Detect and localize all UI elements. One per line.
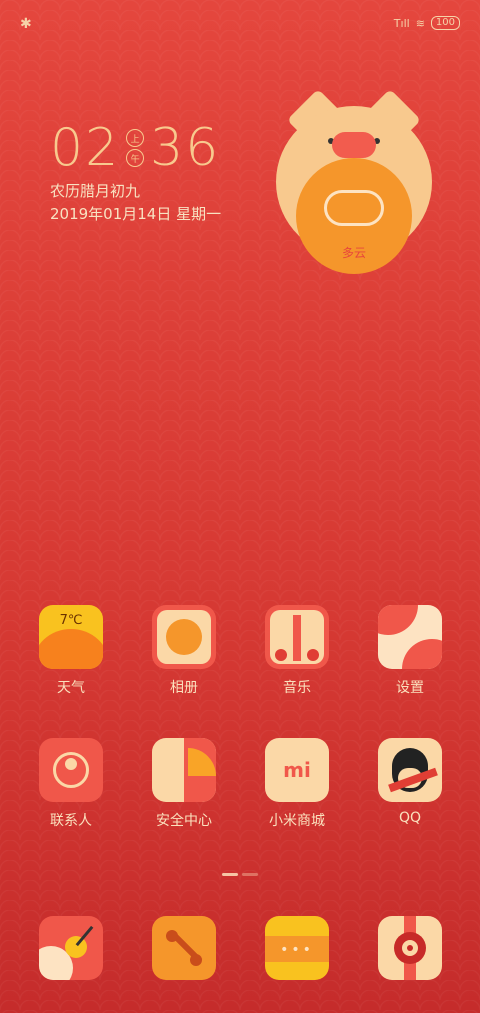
pig-nose [332,132,376,158]
music-icon [265,605,329,669]
gallery-icon [152,605,216,669]
app-music[interactable]: 音乐 [249,605,345,697]
app-mi-store[interactable]: mi 小米商城 [249,738,345,830]
lunar-date: 农历腊月初九 [50,182,141,200]
security-icon [152,738,216,802]
mi-store-icon: mi [265,738,329,802]
signal-icon: Tıll [393,16,410,30]
app-label: 天气 [57,680,85,696]
battery-icon: 100 [430,16,460,30]
app-label: QQ [398,810,422,826]
weather-condition: 多云 [341,246,366,260]
app-settings[interactable]: 设置 [362,605,458,697]
weather-widget[interactable]: 多云 [276,88,432,274]
dock-camera[interactable] [362,916,458,980]
status-bar: ✱ Tıll ≋ 100 [0,14,480,36]
page-indicator[interactable] [222,873,258,876]
app-label: 小米商城 [269,813,325,829]
bluetooth-icon: ✱ [20,16,32,32]
app-label: 联系人 [50,813,92,829]
app-label: 安全中心 [156,813,212,829]
messages-icon: ••• [265,916,329,980]
clock-widget[interactable]: 02 上 午 36 [50,118,220,178]
clock-minute: 36 [150,118,221,178]
weather-icon: 7℃ [39,605,103,669]
camera-icon [378,916,442,980]
app-qq[interactable]: QQ [362,738,458,826]
dock-phone[interactable] [136,916,232,980]
pig-face: 多云 [276,106,432,274]
wifi-icon: ≋ [415,16,425,30]
contacts-icon [39,738,103,802]
app-security[interactable]: 安全中心 [136,738,232,830]
qq-icon [378,738,442,802]
clock-hour: 02 [50,118,121,178]
browser-icon [39,916,103,980]
cloud-icon [324,190,384,226]
phone-icon [152,916,216,980]
app-weather[interactable]: 7℃ 天气 [23,605,119,697]
app-label: 设置 [396,680,424,696]
app-gallery[interactable]: 相册 [136,605,232,697]
app-label: 相册 [170,680,198,696]
page-dot [242,873,258,876]
app-label: 音乐 [283,680,311,696]
dock-browser[interactable] [23,916,119,980]
page-dot-active [222,873,238,876]
date-text: 2019年01月14日 星期一 [50,205,222,223]
ampm-indicator: 上 午 [126,129,145,167]
settings-icon [378,605,442,669]
app-contacts[interactable]: 联系人 [23,738,119,830]
dock-messages[interactable]: ••• [249,916,345,980]
